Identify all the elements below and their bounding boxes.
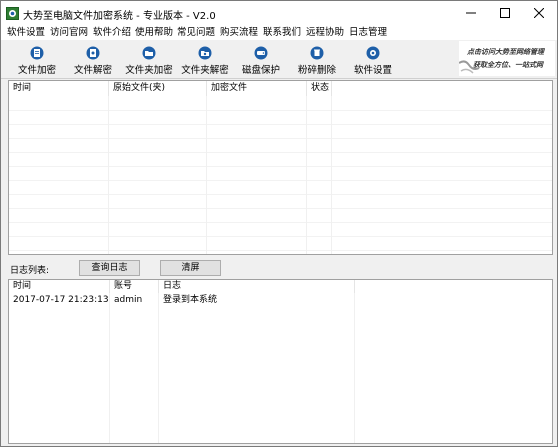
promo-banner[interactable]: 点击访问大势至网络管理 获取全方位、一站式网 <box>459 41 555 76</box>
window-title: 大势至电脑文件加密系统 - 专业版本 - V2.0 <box>23 11 216 22</box>
maximize-icon <box>500 8 510 18</box>
menu-help[interactable]: 使用帮助 <box>135 26 173 40</box>
file-decrypt-label: 文件解密 <box>73 65 112 76</box>
maximize-button[interactable] <box>488 1 522 26</box>
file-encrypt-icon <box>30 46 44 60</box>
folder-decrypt-icon <box>198 46 212 60</box>
column-divider <box>206 81 207 254</box>
banner-line-1: 点击访问大势至网络管理 <box>467 47 544 56</box>
log-table[interactable]: 时间 账号 日志 2017-07-17 21:23:13 admin 登录到本系… <box>8 279 553 444</box>
log-cell-account: admin <box>114 295 143 305</box>
log-column-header-account[interactable]: 账号 <box>110 280 159 293</box>
shred-delete-label: 粉碎删除 <box>297 65 336 76</box>
file-encrypt-button[interactable]: 文件加密 <box>6 40 68 77</box>
column-divider <box>108 81 109 254</box>
log-column-header-message[interactable]: 日志 <box>159 280 355 293</box>
software-settings-button[interactable]: 软件设置 <box>342 40 404 77</box>
close-icon <box>534 8 544 18</box>
folder-decrypt-button[interactable]: 文件夹解密 <box>174 40 236 77</box>
shred-delete-button[interactable]: 粉碎删除 <box>286 40 348 77</box>
menu-purchase[interactable]: 购买流程 <box>220 26 258 40</box>
close-button[interactable] <box>522 1 556 26</box>
menu-log-management[interactable]: 日志管理 <box>349 26 387 40</box>
column-header-encrypted[interactable]: 加密文件 <box>207 81 307 96</box>
software-settings-label: 软件设置 <box>353 65 392 76</box>
log-column-header-time[interactable]: 时间 <box>9 280 110 293</box>
log-cell-message: 登录到本系统 <box>163 295 218 305</box>
disk-protect-icon <box>254 46 268 60</box>
app-logo-icon <box>6 7 19 20</box>
banner-line-2: 获取全方位、一站式网 <box>473 60 543 69</box>
clear-screen-button[interactable]: 清屏 <box>160 260 221 276</box>
log-list-label: 日志列表: <box>10 266 50 276</box>
file-list-grid <box>9 97 552 254</box>
folder-encrypt-label: 文件夹加密 <box>125 65 173 76</box>
menu-remote-assist[interactable]: 远程协助 <box>306 26 344 40</box>
column-header-status[interactable]: 状态 <box>307 81 332 96</box>
menu-visit-website[interactable]: 访问官网 <box>50 26 88 40</box>
file-encrypt-label: 文件加密 <box>17 65 56 76</box>
disk-protect-label: 磁盘保护 <box>241 65 280 76</box>
menu-faq[interactable]: 常见问题 <box>177 26 215 40</box>
settings-icon <box>366 46 380 60</box>
folder-encrypt-icon <box>142 46 156 60</box>
file-decrypt-button[interactable]: 文件解密 <box>62 40 124 77</box>
menu-software-intro[interactable]: 软件介绍 <box>93 26 131 40</box>
column-header-time[interactable]: 时间 <box>9 81 109 96</box>
minimize-button[interactable] <box>454 1 488 26</box>
folder-decrypt-label: 文件夹解密 <box>181 65 229 76</box>
query-log-button[interactable]: 查询日志 <box>79 260 140 276</box>
file-list-table[interactable]: 时间 原始文件(夹) 加密文件 状态 <box>8 80 553 255</box>
title-bar[interactable]: 大势至电脑文件加密系统 - 专业版本 - V2.0 <box>1 1 557 26</box>
column-divider <box>331 81 332 254</box>
file-decrypt-icon <box>86 46 100 60</box>
menu-contact[interactable]: 联系我们 <box>263 26 301 40</box>
folder-encrypt-button[interactable]: 文件夹加密 <box>118 40 180 77</box>
menu-software-settings[interactable]: 软件设置 <box>7 26 45 40</box>
disk-protect-button[interactable]: 磁盘保护 <box>230 40 292 77</box>
menu-bar: 软件设置 访问官网 软件介绍 使用帮助 常见问题 购买流程 联系我们 远程协助 … <box>1 26 557 40</box>
shred-delete-icon <box>310 46 324 60</box>
column-header-original[interactable]: 原始文件(夹) <box>109 81 207 96</box>
minimize-icon <box>466 12 476 14</box>
app-window: 大势至电脑文件加密系统 - 专业版本 - V2.0 软件设置 访问官网 软件介绍… <box>0 0 558 447</box>
log-cell-time: 2017-07-17 21:23:13 <box>13 295 109 305</box>
column-divider <box>306 81 307 254</box>
